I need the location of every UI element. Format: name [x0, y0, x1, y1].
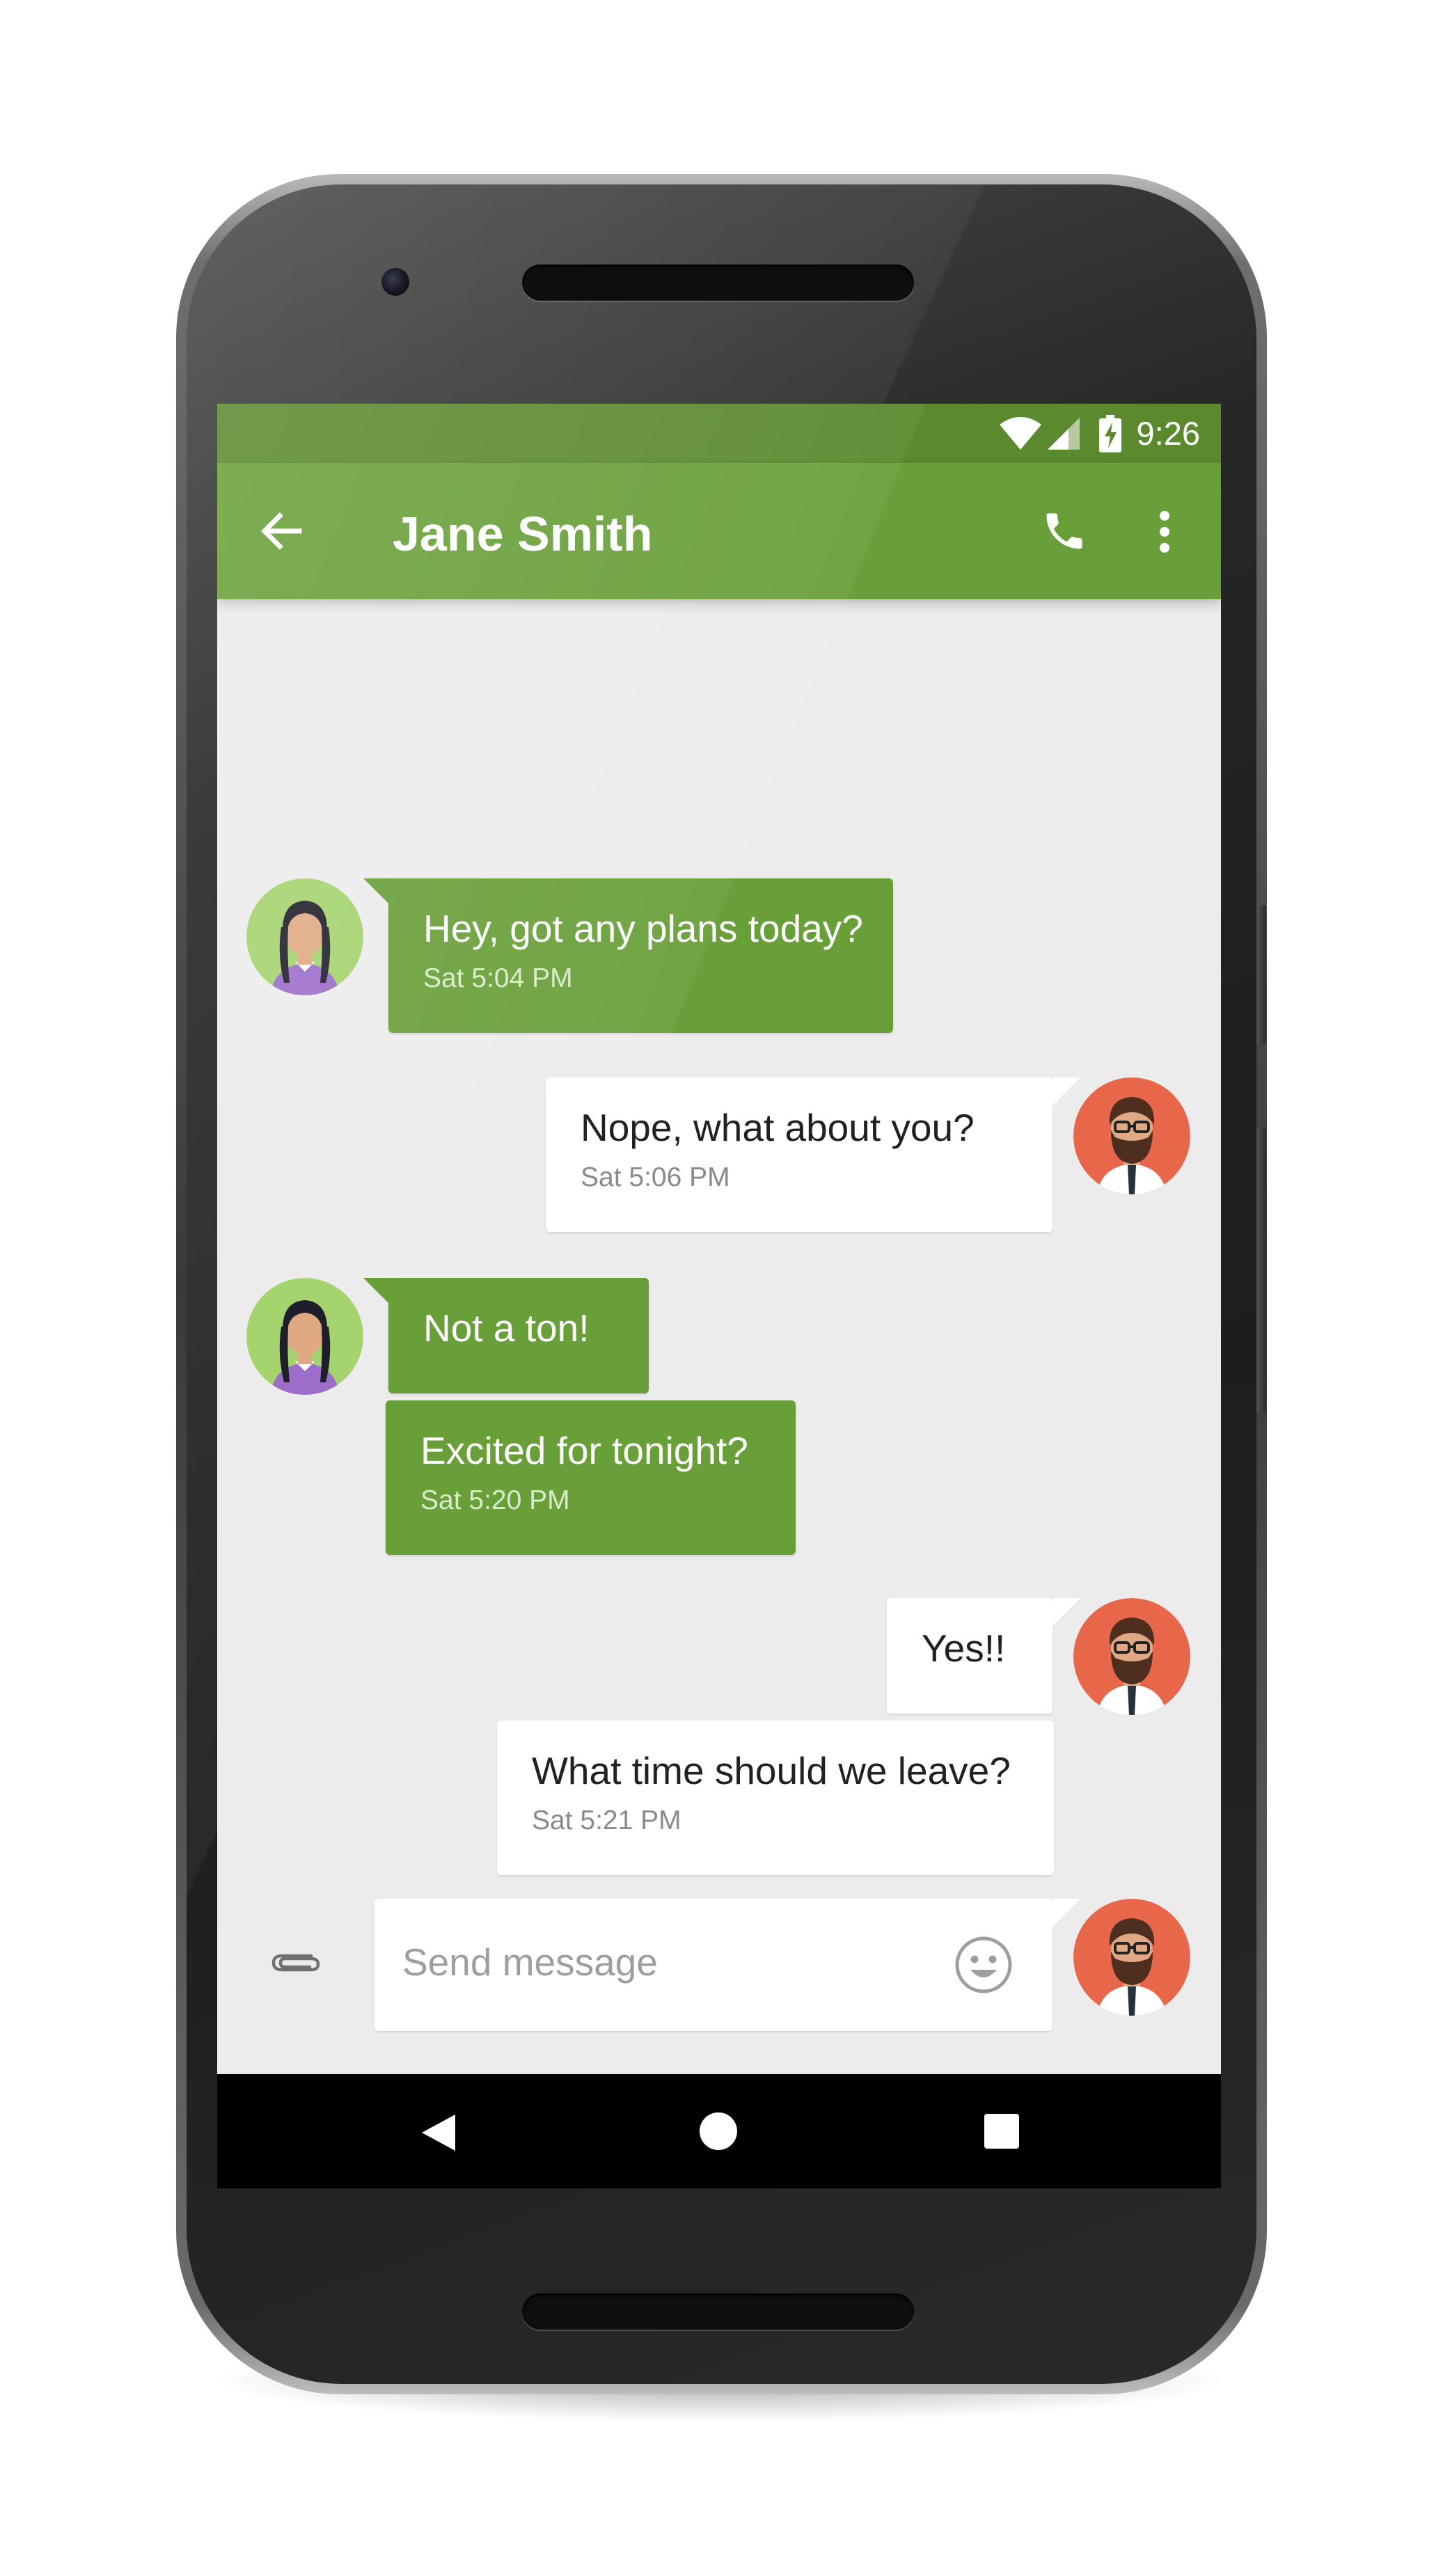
avatar-me[interactable] — [1073, 1899, 1190, 2016]
avatar-me[interactable] — [1073, 1077, 1190, 1194]
navigation-bar — [217, 2074, 1221, 2188]
avatar-jane[interactable] — [246, 1278, 363, 1395]
message-bubble-outgoing[interactable]: Nope, what about you? Sat 5:06 PM — [546, 1077, 1052, 1232]
message-bubble-incoming[interactable]: Excited for tonight? Sat 5:20 PM — [386, 1400, 796, 1555]
message-bubble-outgoing[interactable]: Yes!! — [887, 1598, 1052, 1714]
emoji-icon[interactable] — [954, 1935, 1014, 1995]
conversation-title: Jane Smith — [393, 507, 653, 561]
message-text: Not a ton! — [423, 1306, 590, 1350]
status-bar: 9:26 — [217, 404, 1221, 463]
message-input[interactable] — [401, 1934, 947, 1991]
phone-icon[interactable] — [1041, 507, 1088, 555]
nav-back-icon[interactable] — [419, 2112, 458, 2154]
message-text: Hey, got any plans today? — [423, 907, 863, 950]
bottom-speaker — [522, 2293, 914, 2330]
message-timestamp: Sat 5:06 PM — [581, 1162, 730, 1192]
message-bubble-outgoing[interactable]: What time should we leave? Sat 5:21 PM — [497, 1721, 1054, 1875]
avatar-jane[interactable] — [246, 878, 363, 995]
battery-charging-icon — [1098, 414, 1121, 452]
message-bubble-incoming[interactable]: Hey, got any plans today? Sat 5:04 PM — [388, 878, 893, 1033]
back-arrow-icon[interactable] — [260, 512, 302, 551]
bubble-tail — [1052, 1077, 1080, 1105]
message-text: Excited for tonight? — [420, 1429, 748, 1472]
cell-signal-icon — [1046, 416, 1081, 451]
message-text: What time should we leave? — [532, 1749, 1011, 1792]
message-text: Nope, what about you? — [581, 1106, 975, 1149]
avatar-me[interactable] — [1073, 1598, 1190, 1715]
nav-recents-icon[interactable] — [984, 2113, 1020, 2149]
phone-screen: 9:26 Jane Smith Hey, got any plans today… — [217, 404, 1221, 2188]
wifi-icon — [999, 416, 1042, 451]
bubble-tail — [1052, 1899, 1080, 1927]
bubble-tail — [1052, 1598, 1080, 1626]
status-time: 9:26 — [1136, 415, 1200, 452]
app-bar: Jane Smith — [217, 463, 1221, 599]
top-speaker — [522, 264, 914, 301]
message-timestamp: Sat 5:20 PM — [420, 1485, 570, 1515]
power-button — [1256, 905, 1266, 1044]
bubble-tail — [363, 1278, 391, 1306]
volume-button — [1256, 1128, 1266, 1413]
front-camera — [381, 268, 409, 296]
nav-home-icon[interactable] — [698, 2111, 739, 2151]
message-timestamp: Sat 5:04 PM — [423, 963, 573, 993]
message-bubble-incoming[interactable]: Not a ton! — [388, 1278, 649, 1393]
message-timestamp: Sat 5:21 PM — [532, 1805, 681, 1835]
message-text: Yes!! — [922, 1627, 1006, 1670]
attachment-icon[interactable] — [269, 1947, 322, 1975]
more-vert-icon[interactable] — [1159, 510, 1170, 553]
compose-box — [374, 1899, 1052, 2031]
bubble-tail — [363, 878, 391, 906]
